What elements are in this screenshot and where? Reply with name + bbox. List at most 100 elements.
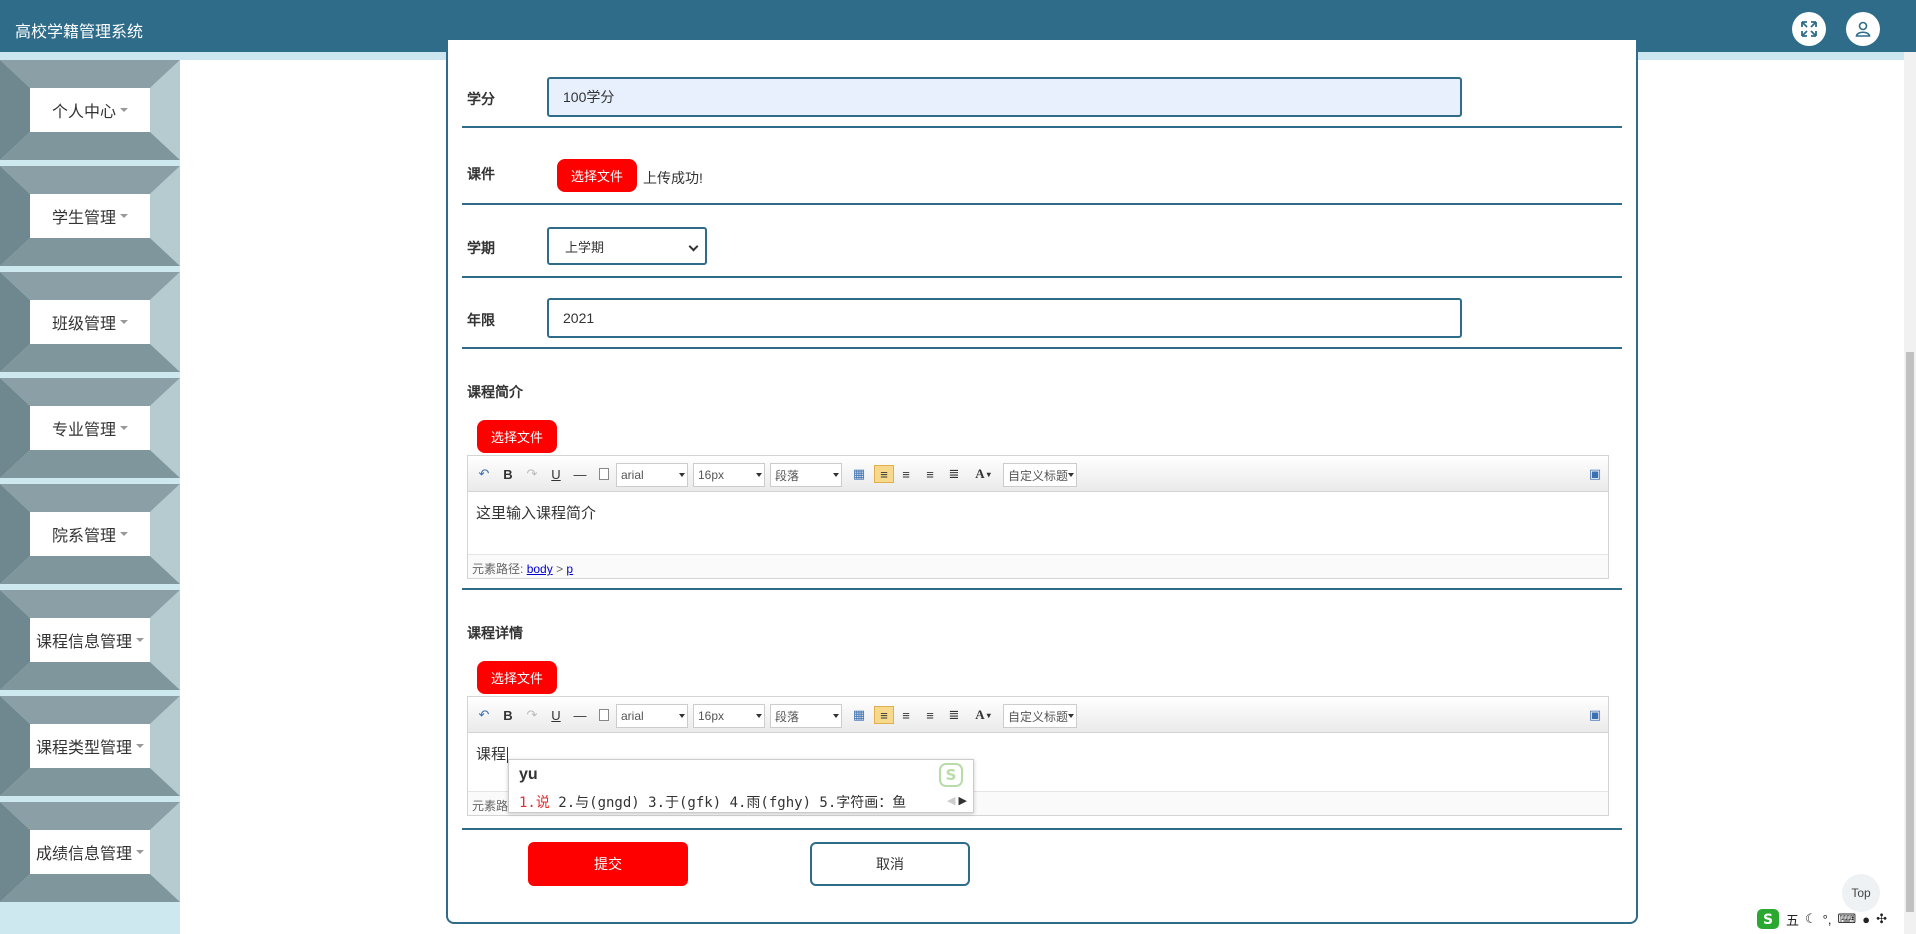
undo-icon[interactable]: ↶	[476, 706, 492, 724]
paste-icon[interactable]	[596, 706, 612, 724]
credit-label: 学分	[467, 91, 495, 107]
scrollbar[interactable]	[1904, 52, 1916, 934]
align-justify-icon[interactable]: ≣	[946, 465, 962, 483]
ime-candidates[interactable]: 1.说 2.与(gngd) 3.于(gfk) 4.雨(fghy) 5.字符画：鱼	[519, 792, 906, 812]
sidebar-button[interactable]: 学生管理	[30, 194, 150, 238]
font-family-select[interactable]: arial	[616, 704, 688, 728]
expand-icon[interactable]	[1792, 12, 1826, 46]
svg-text:S: S	[1763, 912, 1773, 928]
credit-input[interactable]: 100学分	[547, 77, 1462, 117]
align-right-icon[interactable]: ≡	[898, 706, 914, 724]
dropdown-arrow-icon	[1068, 473, 1074, 477]
moon-icon[interactable]: ☾	[1805, 911, 1817, 927]
align-center-icon[interactable]: ≡	[922, 465, 938, 483]
courseware-choose-file-button[interactable]: 选择文件	[557, 159, 637, 192]
user-icon[interactable]: ●	[1862, 912, 1870, 927]
align-center-icon[interactable]: ≡	[922, 706, 938, 724]
custom-title-select[interactable]: 自定义标题	[1003, 463, 1077, 487]
redo-icon[interactable]: ↷	[524, 706, 540, 724]
semester-select[interactable]: 上学期	[547, 227, 707, 265]
custom-title-value: 自定义标题	[1008, 709, 1069, 724]
intro-editor: ↶ B ↷ U — arial 16px 段落 ▦ ≡ ≡ ≡ ≣ A ▾ 自定义…	[467, 455, 1609, 579]
align-justify-icon[interactable]: ≣	[946, 706, 962, 724]
bold-button[interactable]: B	[500, 706, 516, 724]
paragraph-value: 段落	[775, 468, 800, 483]
align-left-icon[interactable]: ≡	[874, 706, 894, 724]
ime-page-arrows[interactable]: ◀ ▶	[947, 794, 967, 807]
sidebar-item-label: 学生管理	[51, 210, 116, 227]
caret-down-icon	[120, 214, 128, 218]
editor-toolbar: ↶ B ↷ U — arial 16px 段落 ▦ ≡ ≡ ≡ ≣ A ▾ 自定义…	[468, 456, 1608, 492]
paste-icon[interactable]	[596, 465, 612, 483]
submit-button[interactable]: 提交	[528, 842, 688, 886]
underline-button[interactable]: U	[548, 706, 564, 724]
ime-prev-icon[interactable]: ◀	[947, 795, 955, 807]
intro-choose-file-button[interactable]: 选择文件	[477, 420, 557, 453]
path-body-link[interactable]: body	[527, 562, 553, 576]
sidebar-button[interactable]: 院系管理	[30, 512, 150, 556]
ime-mode[interactable]: 五	[1786, 910, 1799, 929]
font-size-select[interactable]: 16px	[693, 463, 765, 487]
sidebar-button[interactable]: 个人中心	[30, 88, 150, 132]
divider	[462, 588, 1622, 590]
cancel-button[interactable]: 取消	[810, 842, 970, 886]
intro-label: 课程简介	[467, 384, 523, 400]
sidebar-button[interactable]: 成绩信息管理	[30, 830, 150, 874]
sidebar-item-majors[interactable]: 专业管理	[0, 378, 180, 478]
dropdown-arrow-icon	[756, 714, 762, 718]
sidebar-button[interactable]: 班级管理	[30, 300, 150, 344]
font-color-button[interactable]: A ▾	[972, 465, 994, 483]
sidebar-item-classes[interactable]: 班级管理	[0, 272, 180, 372]
ime-next-icon[interactable]: ▶	[959, 795, 967, 807]
path-p-link[interactable]: p	[566, 562, 573, 576]
editor-toolbar: ↶ B ↷ U — arial 16px 段落 ▦ ≡ ≡ ≡ ≣ A ▾ 自定义…	[468, 697, 1608, 733]
years-input[interactable]: 2021	[547, 298, 1462, 338]
scrollbar-thumb[interactable]	[1906, 352, 1914, 912]
sogou-icon[interactable]: S	[1756, 908, 1780, 930]
ime-tray[interactable]: S 五 ☾ °, ⌨ ● ✣	[1756, 906, 1887, 932]
sidebar-item-course-info[interactable]: 课程信息管理	[0, 590, 180, 690]
redo-icon[interactable]: ↷	[524, 465, 540, 483]
ime-candidate-first[interactable]: 1.说	[519, 795, 550, 811]
font-size-value: 16px	[698, 709, 725, 723]
path-separator: >	[556, 562, 564, 576]
font-family-select[interactable]: arial	[616, 463, 688, 487]
punctuation-icon[interactable]: °,	[1823, 912, 1832, 927]
dropdown-arrow-icon: ▾	[986, 469, 991, 479]
align-left-icon[interactable]: ≡	[874, 465, 894, 483]
editor-content[interactable]: 这里输入课程简介	[468, 492, 1608, 554]
fullscreen-icon[interactable]: ▣	[1588, 465, 1602, 483]
user-icon[interactable]	[1846, 12, 1880, 46]
underline-button[interactable]: U	[548, 465, 564, 483]
ime-candidate-window[interactable]: yu S 1.说 2.与(gngd) 3.于(gfk) 4.雨(fghy) 5.…	[508, 759, 974, 813]
sidebar-item-grades[interactable]: 成绩信息管理	[0, 802, 180, 902]
bold-button[interactable]: B	[500, 465, 516, 483]
font-color-button[interactable]: A ▾	[972, 706, 994, 724]
sidebar-button[interactable]: 课程信息管理	[30, 618, 150, 662]
ime-candidate-rest[interactable]: 2.与(gngd) 3.于(gfk) 4.雨(fghy) 5.字符画：鱼	[550, 795, 906, 811]
semester-value: 上学期	[565, 239, 605, 255]
horizontal-rule-icon[interactable]: —	[572, 465, 588, 483]
table-icon[interactable]: ▦	[851, 706, 867, 724]
align-right-icon[interactable]: ≡	[898, 465, 914, 483]
paragraph-select[interactable]: 段落	[770, 463, 842, 487]
keyboard-icon[interactable]: ⌨	[1837, 911, 1856, 927]
custom-title-select[interactable]: 自定义标题	[1003, 704, 1077, 728]
detail-choose-file-button[interactable]: 选择文件	[477, 661, 557, 694]
fullscreen-icon[interactable]: ▣	[1588, 706, 1602, 724]
sidebar-item-personal-center[interactable]: 个人中心	[0, 60, 180, 160]
table-icon[interactable]: ▦	[851, 465, 867, 483]
font-family-value: arial	[621, 709, 644, 723]
sidebar-item-course-types[interactable]: 课程类型管理	[0, 696, 180, 796]
sidebar-item-students[interactable]: 学生管理	[0, 166, 180, 266]
font-size-select[interactable]: 16px	[693, 704, 765, 728]
caret-down-icon	[120, 532, 128, 536]
sidebar-item-departments[interactable]: 院系管理	[0, 484, 180, 584]
paragraph-select[interactable]: 段落	[770, 704, 842, 728]
horizontal-rule-icon[interactable]: —	[572, 706, 588, 724]
sidebar-button[interactable]: 课程类型管理	[30, 724, 150, 768]
undo-icon[interactable]: ↶	[476, 465, 492, 483]
grid-icon[interactable]: ✣	[1876, 911, 1887, 927]
path-label: 元素路径:	[472, 562, 524, 576]
sidebar-button[interactable]: 专业管理	[30, 406, 150, 450]
